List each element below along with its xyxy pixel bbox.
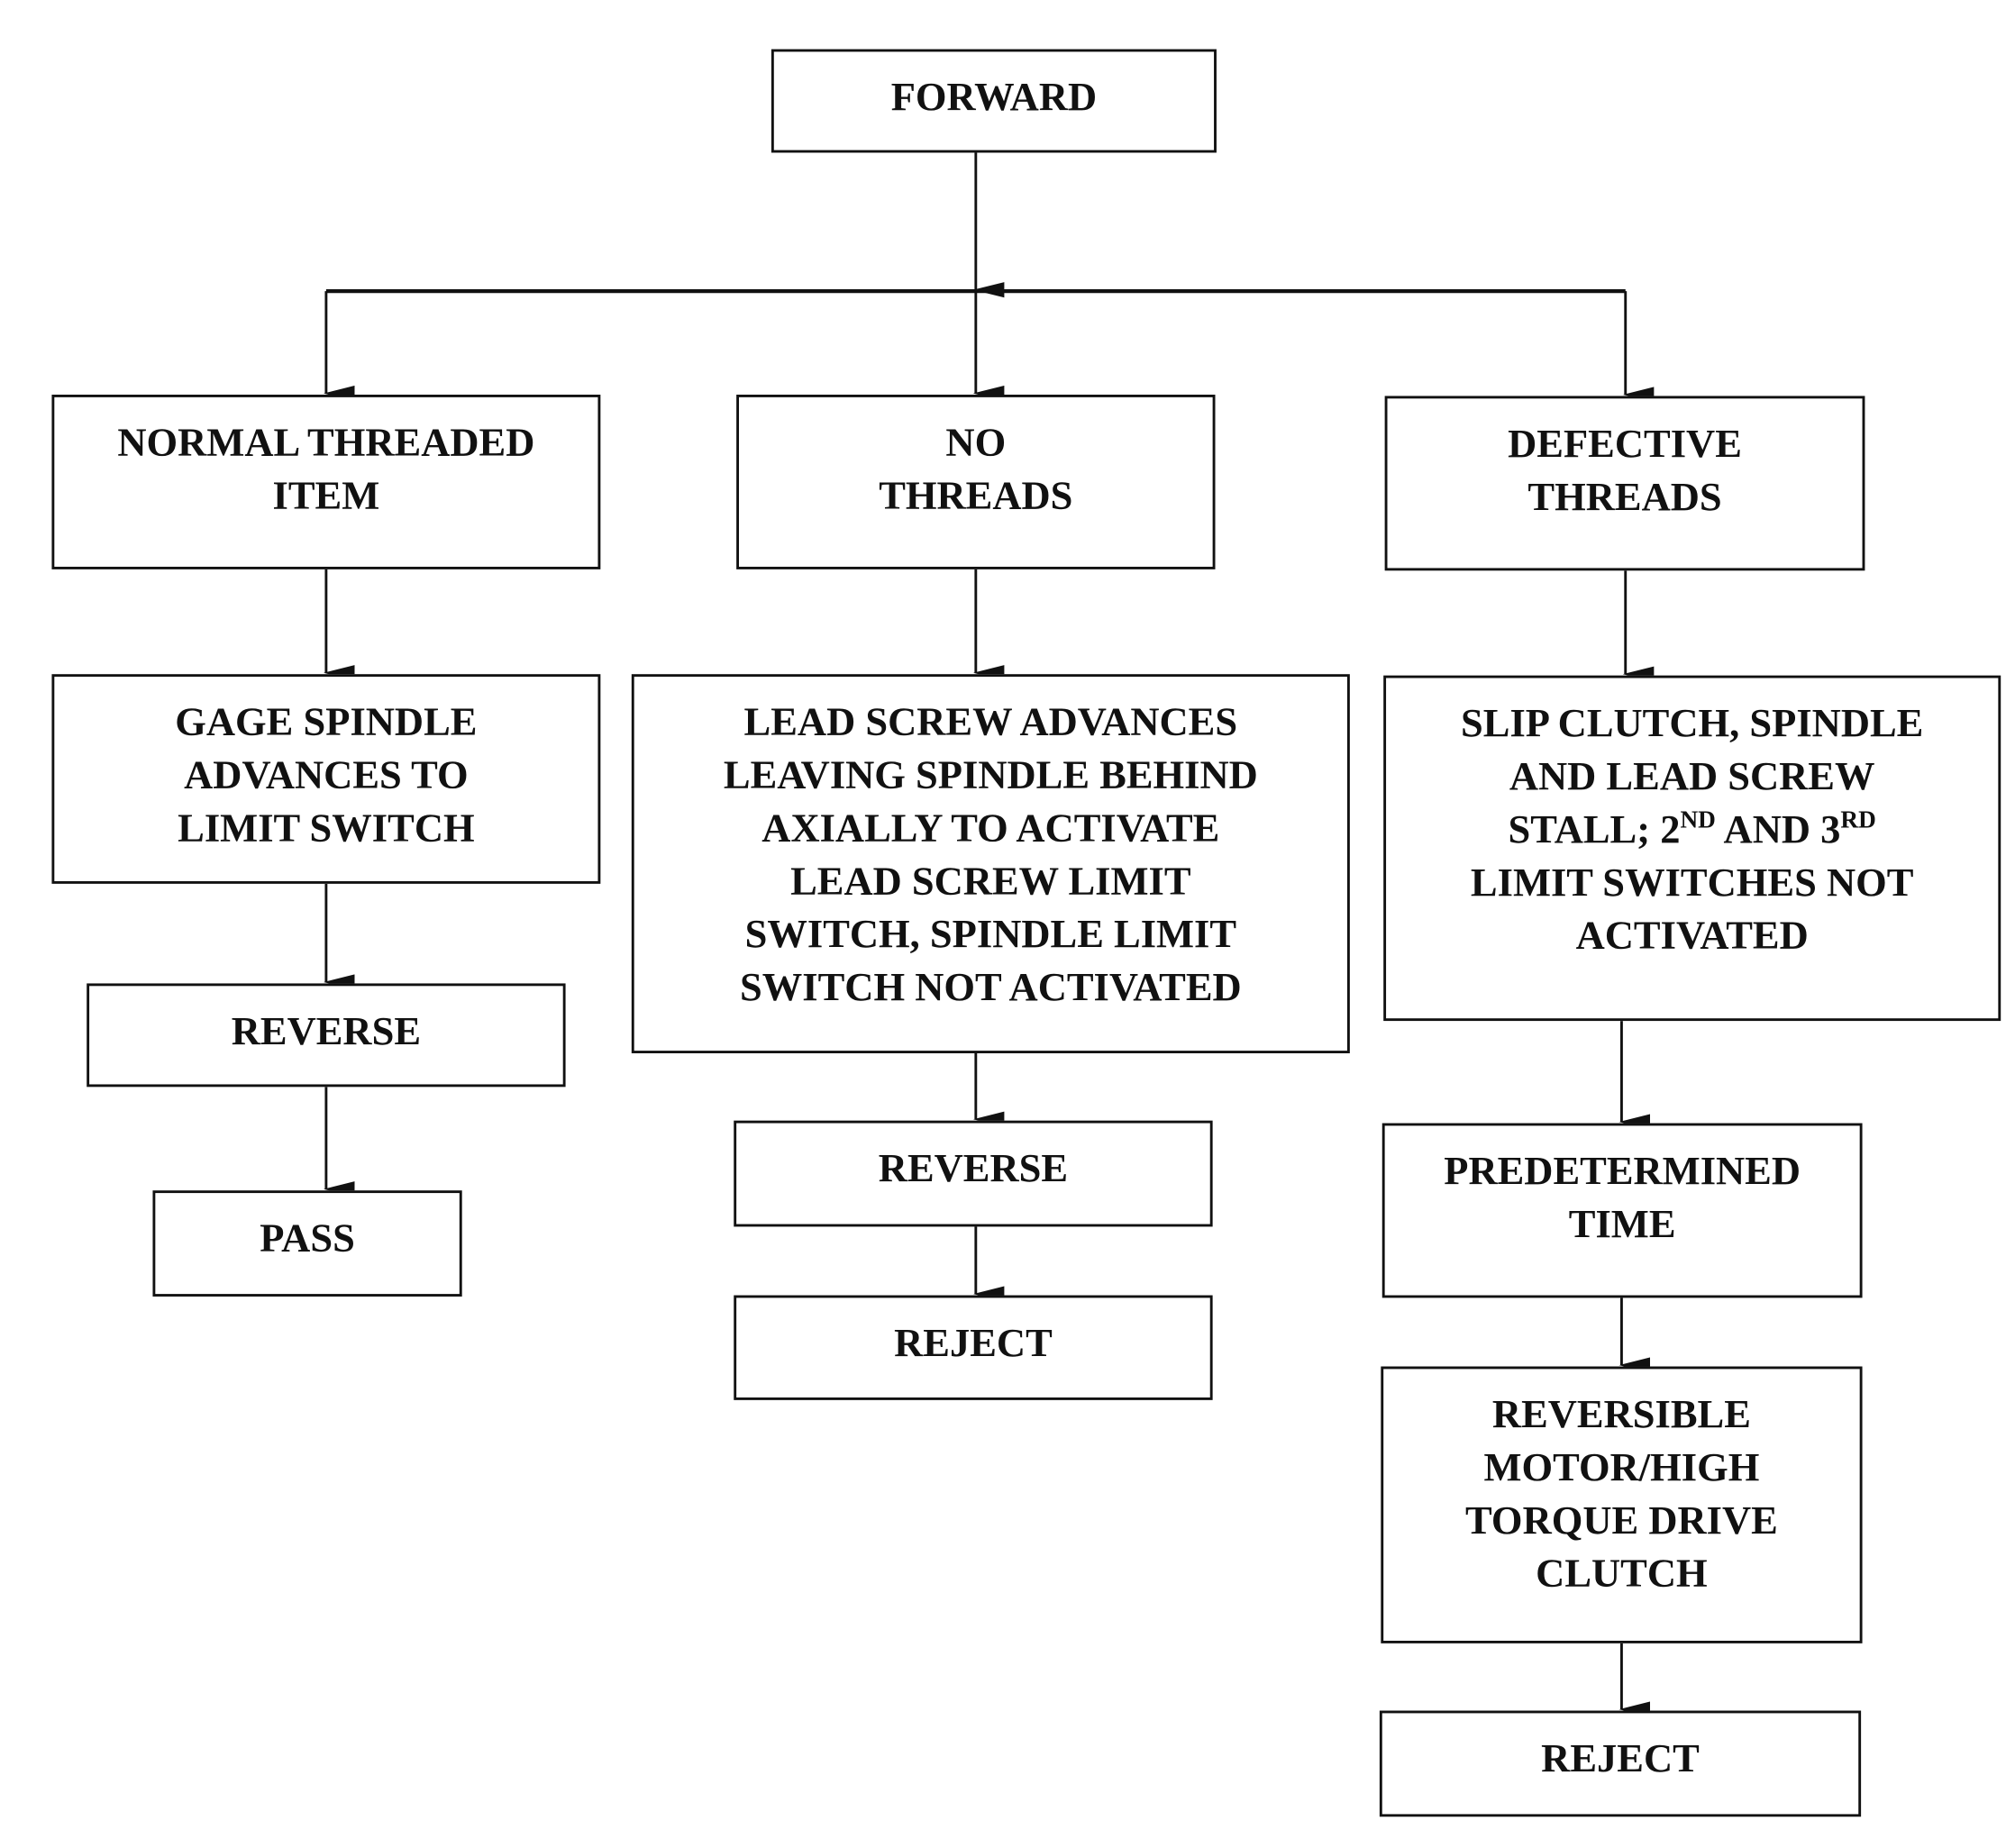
- node-reverse-middle: REVERSE: [734, 1120, 1213, 1227]
- node-predetermined-time: PREDETERMINED TIME: [1381, 1123, 1863, 1298]
- node-reverse-left: REVERSE: [87, 983, 566, 1088]
- node-normal-threaded-item: NORMAL THREADED ITEM: [51, 395, 601, 569]
- node-defective-threads: DEFECTIVE THREADS: [1384, 396, 1865, 571]
- node-no-threads: NO THREADS: [736, 395, 1216, 569]
- node-slip-clutch: SLIP CLUTCH, SPINDLE AND LEAD SCREW STAL…: [1383, 675, 2001, 1022]
- node-gage-spindle: GAGE SPINDLE ADVANCES TO LIMIT SWITCH: [51, 674, 601, 884]
- node-forward: FORWARD: [770, 49, 1217, 153]
- flowchart: FORWARD NORMAL THREADED ITEM NO THREADS …: [0, 0, 2006, 1848]
- node-reversible-motor: REVERSIBLE MOTOR/HIGH TORQUE DRIVE CLUTC…: [1381, 1366, 1863, 1643]
- node-lead-screw: LEAD SCREW ADVANCES LEAVING SPINDLE BEHI…: [631, 674, 1350, 1053]
- node-reject-middle: REJECT: [734, 1295, 1213, 1400]
- node-pass: PASS: [152, 1190, 462, 1297]
- node-reject-right: REJECT: [1379, 1710, 1862, 1817]
